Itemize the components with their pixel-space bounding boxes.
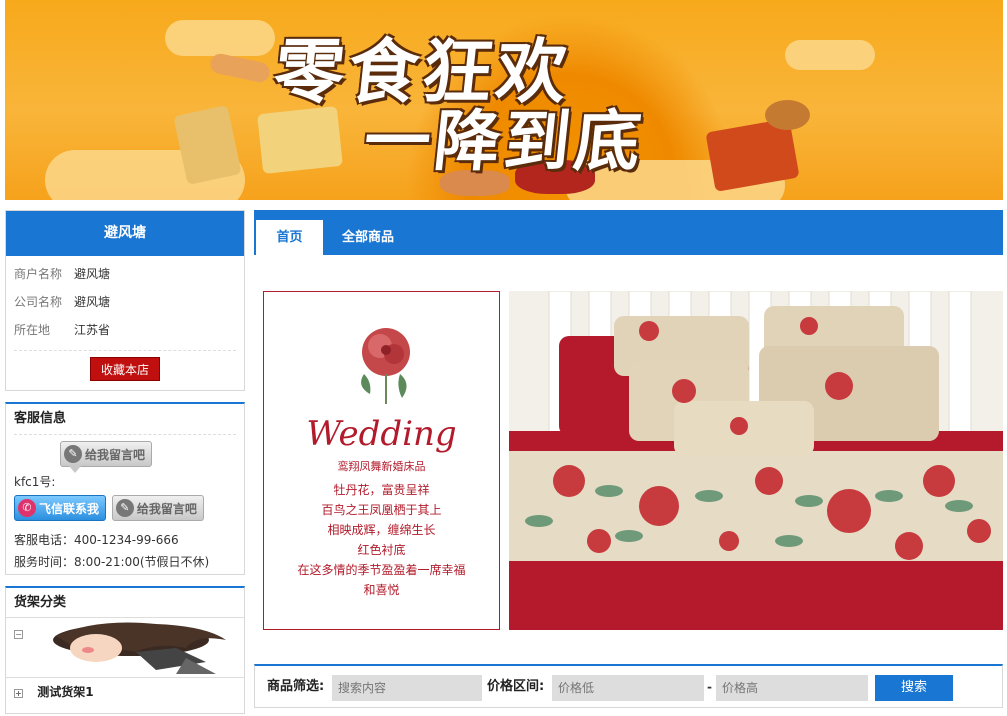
feixin-contact-button[interactable]: ✆ 飞信联系我	[14, 495, 107, 521]
location-row: 所在地 江苏省	[6, 316, 244, 344]
floral-bedding-image	[509, 291, 1003, 630]
store-nav-bar: 首页 全部商品	[254, 210, 1003, 255]
service-phone: 客服电话：400-1234-99-666	[14, 533, 179, 547]
wedding-subtitle: 鸾翔凤舞新婚床品	[337, 460, 426, 473]
price-range-label: 价格区间:	[487, 679, 545, 694]
nut-image	[765, 100, 810, 130]
chat-bubble-icon: ✎	[115, 499, 134, 517]
promo-banner[interactable]: 零食狂欢 一降到底	[5, 0, 1003, 200]
favorite-shop-button[interactable]: 收藏本店	[89, 357, 160, 381]
leave-message-label: 给我留言吧	[85, 448, 146, 462]
banner-headline-2: 一降到底	[360, 103, 649, 180]
price-min-input[interactable]	[552, 675, 704, 701]
poem-line: 在这多情的季节盈盈着一席幸福	[297, 563, 466, 577]
cartoon-avatar-image	[53, 622, 226, 674]
search-input[interactable]	[332, 675, 482, 701]
price-max-input[interactable]	[716, 675, 868, 701]
poem-line: 百鸟之王凤凰栖于其上	[321, 503, 442, 517]
search-button[interactable]: 搜索	[875, 675, 953, 701]
company-name-label: 公司名称	[14, 295, 63, 309]
tab-home[interactable]: 首页	[256, 220, 323, 255]
feixin-icon: ✆	[18, 499, 36, 517]
wedding-poem: 牡丹花，富贵呈祥 百鸟之王凤凰栖于其上 相映成辉，缠绵生长 红色衬底 在这多情的…	[264, 480, 499, 600]
shelf-item[interactable]: + 测试货架1	[6, 678, 244, 706]
location-label: 所在地	[14, 323, 51, 337]
banner-cloud	[165, 20, 275, 56]
location-value: 江苏省	[74, 323, 111, 337]
poem-line: 和喜悦	[363, 583, 400, 597]
peony-flower-image	[361, 328, 410, 404]
shop-name-header: 避风塘	[6, 211, 244, 256]
kfc-contact-label: kfc1号:	[14, 475, 56, 489]
company-name-row: 公司名称 避风塘	[6, 288, 244, 316]
shelf-category-panel: 货架分类 − + 测试货架1	[5, 586, 245, 714]
wedding-promo-card[interactable]: Wedding 鸾翔凤舞新婚床品 牡丹花，富贵呈祥 百鸟之王凤凰栖于其上 相映成…	[263, 291, 500, 630]
shop-info-panel: 避风塘 商户名称 避风塘 公司名称 避风塘 所在地 江苏省 收藏本店	[5, 210, 245, 391]
poem-line: 相映成辉，缠绵生长	[327, 523, 436, 537]
filter-label: 商品筛选:	[267, 679, 325, 694]
merchant-name-label: 商户名称	[14, 267, 63, 281]
feixin-label: 飞信联系我	[39, 502, 100, 516]
product-filter-bar: 商品筛选: 价格区间: - 搜索	[254, 664, 1003, 708]
merchant-name-row: 商户名称 避风塘	[6, 260, 244, 288]
shelf-root-row[interactable]: −	[6, 618, 244, 678]
poem-line: 红色衬底	[357, 543, 406, 557]
cracker-image	[208, 51, 272, 85]
service-hours: 服务时间：8:00-21:00(节假日不休)	[14, 555, 210, 569]
merchant-name-value: 避风塘	[74, 267, 111, 281]
price-range-dash: -	[707, 680, 712, 694]
banner-cloud	[785, 40, 875, 70]
collapse-icon[interactable]: −	[14, 630, 23, 639]
expand-icon[interactable]: +	[14, 689, 23, 698]
customer-service-panel: 客服信息 ✎ 给我留言吧 kfc1号: ✆ 飞信联系我 ✎ 给我留言吧 客服电话：40…	[5, 402, 245, 575]
shelf-item-label: 测试货架1	[37, 685, 94, 699]
poem-line: 牡丹花，富贵呈祥	[333, 483, 430, 497]
leave-message-button[interactable]: ✎ 给我留言吧	[60, 441, 153, 473]
bedding-product-photo[interactable]	[509, 291, 1003, 630]
tab-all-products[interactable]: 全部商品	[342, 220, 394, 255]
chat-bubble-icon: ✎	[64, 445, 82, 463]
wedding-title: Wedding	[306, 414, 457, 454]
leave-message-label: 给我留言吧	[136, 502, 197, 516]
shelf-title: 货架分类	[6, 588, 244, 618]
leave-message-button-2[interactable]: ✎ 给我留言吧	[111, 495, 204, 521]
customer-service-title: 客服信息	[14, 411, 67, 426]
company-name-value: 避风塘	[74, 295, 111, 309]
